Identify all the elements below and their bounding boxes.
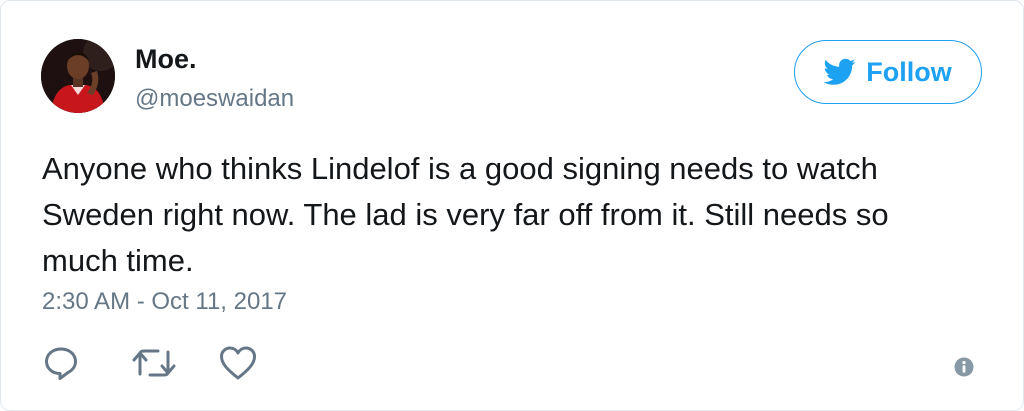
info-icon[interactable]: [954, 357, 974, 377]
like-icon[interactable]: [218, 344, 258, 382]
retweet-icon[interactable]: [132, 344, 178, 382]
follow-button[interactable]: Follow: [794, 40, 982, 104]
tweet-card: Moe. @moeswaidan Follow Anyone who think…: [0, 0, 1024, 411]
user-handle[interactable]: @moeswaidan: [135, 87, 294, 111]
tweet-timestamp[interactable]: 2:30 AM - Oct 11, 2017: [42, 290, 287, 314]
twitter-bird-icon: [824, 58, 856, 85]
tweet-text: Anyone who thinks Lindelof is a good sig…: [42, 151, 889, 278]
follow-label: Follow: [866, 56, 952, 87]
user-avatar[interactable]: [41, 39, 115, 113]
reply-icon[interactable]: [42, 344, 80, 382]
user-display-name[interactable]: Moe.: [135, 46, 197, 73]
